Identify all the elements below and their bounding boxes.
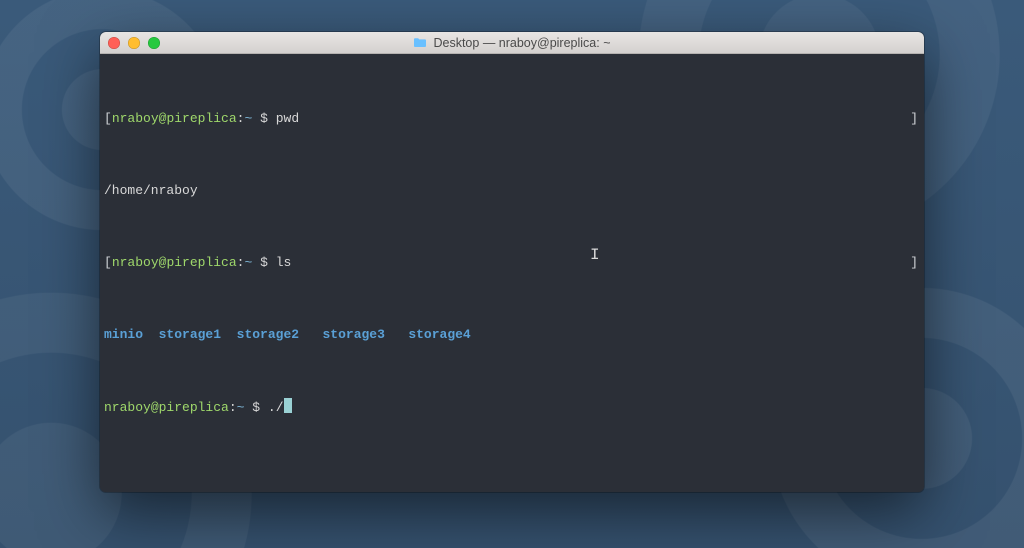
- prompt-symbol: $: [252, 400, 260, 415]
- sep: [299, 327, 322, 342]
- prompt-host: pireplica: [166, 111, 236, 126]
- sep: [221, 327, 237, 342]
- sep: [385, 327, 408, 342]
- prompt-symbol: $: [260, 255, 268, 270]
- prompt-host: pireplica: [159, 400, 229, 415]
- prompt-line: [nraboy@pireplica:~ $ ls]: [104, 254, 920, 272]
- open-bracket: [: [104, 111, 112, 126]
- window-title-wrap: Desktop — nraboy@pireplica: ~: [100, 36, 924, 50]
- prompt-path: ~: [244, 255, 252, 270]
- command-ls: ls: [276, 255, 292, 270]
- at-sign: @: [151, 400, 159, 415]
- minimize-button[interactable]: [128, 37, 140, 49]
- prompt-host: pireplica: [166, 255, 236, 270]
- prompt-line-current: nraboy@pireplica:~ $ ./: [104, 398, 920, 417]
- prompt-symbol: $: [260, 111, 268, 126]
- list-item: minio: [104, 327, 143, 342]
- command-current: ./: [268, 400, 284, 415]
- list-item: storage1: [159, 327, 221, 342]
- command-pwd: pwd: [276, 111, 299, 126]
- close-bracket: ]: [910, 110, 918, 128]
- prompt-path: ~: [237, 400, 245, 415]
- terminal-window: Desktop — nraboy@pireplica: ~ [nraboy@pi…: [100, 32, 924, 492]
- close-button[interactable]: [108, 37, 120, 49]
- list-item: storage2: [237, 327, 299, 342]
- prompt-user: nraboy: [112, 111, 159, 126]
- prompt-user: nraboy: [104, 400, 151, 415]
- output-pwd: /home/nraboy: [104, 182, 920, 200]
- colon: :: [229, 400, 237, 415]
- terminal-body[interactable]: [nraboy@pireplica:~ $ pwd] /home/nraboy …: [100, 54, 924, 492]
- maximize-button[interactable]: [148, 37, 160, 49]
- window-title: Desktop — nraboy@pireplica: ~: [433, 36, 610, 50]
- close-bracket: ]: [910, 254, 918, 272]
- list-item: storage4: [408, 327, 470, 342]
- text-cursor: [284, 398, 292, 413]
- output-ls: minio storage1 storage2 storage3 storage…: [104, 326, 920, 344]
- prompt-user: nraboy: [112, 255, 159, 270]
- open-bracket: [: [104, 255, 112, 270]
- titlebar[interactable]: Desktop — nraboy@pireplica: ~: [100, 32, 924, 54]
- prompt-path: ~: [244, 111, 252, 126]
- list-item: storage3: [322, 327, 384, 342]
- prompt-line: [nraboy@pireplica:~ $ pwd]: [104, 110, 920, 128]
- traffic-lights: [108, 37, 160, 49]
- sep: [143, 327, 159, 342]
- folder-icon: [413, 37, 427, 48]
